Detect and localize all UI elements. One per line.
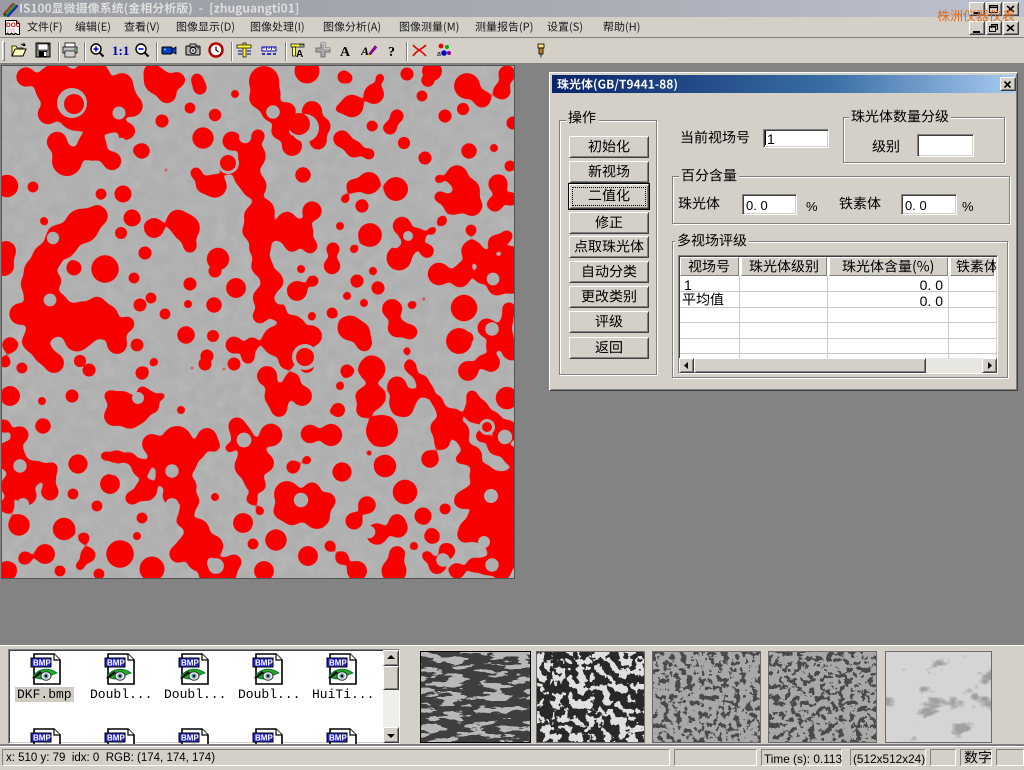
svg-text:a: a [437,51,441,58]
svg-text:A: A [296,49,303,60]
svg-text:A: A [361,44,369,58]
svg-text:BMP: BMP [329,734,347,743]
svg-text:DOC: DOC [6,22,21,29]
svg-text:1:1: 1:1 [112,43,129,58]
svg-text:BMP: BMP [107,734,125,743]
svg-text:BMP: BMP [181,659,199,668]
svg-text:BMP: BMP [255,734,273,743]
svg-text:BMP: BMP [33,659,51,668]
svg-text:BMP: BMP [329,659,347,668]
svg-text:A: A [340,45,351,60]
svg-text:BMP: BMP [181,734,199,743]
svg-text:BMP: BMP [33,734,51,743]
svg-text:BMP: BMP [255,659,273,668]
svg-text:BMP: BMP [107,659,125,668]
svg-text:?: ? [388,45,395,60]
